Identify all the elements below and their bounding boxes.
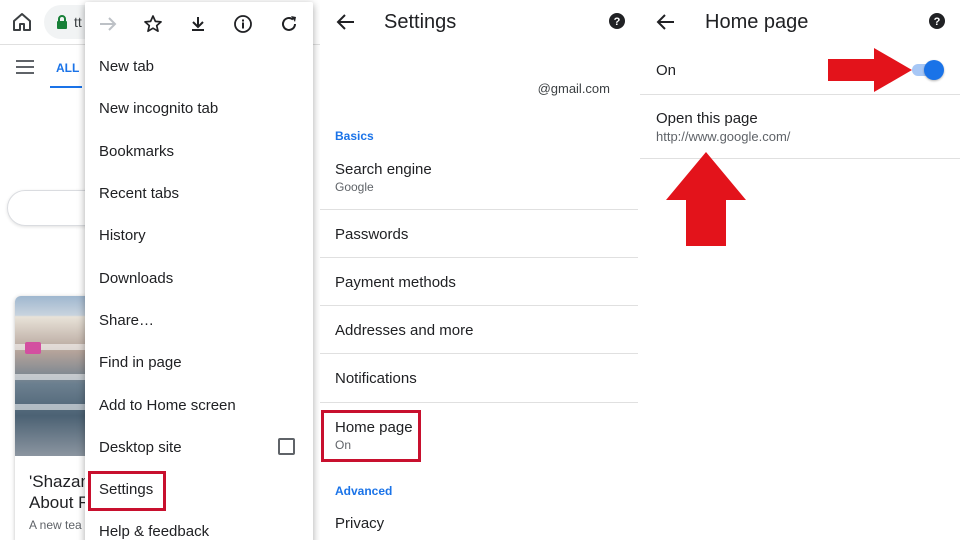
svg-text:?: ?	[614, 16, 621, 28]
page-title: Home page	[705, 11, 809, 33]
settings-panel: Settings ? @gmail.com Basics Search engi…	[320, 0, 640, 540]
download-icon[interactable]	[186, 12, 210, 36]
menu-item-new-tab[interactable]: New tab	[99, 58, 154, 75]
svg-text:?: ?	[934, 16, 941, 28]
menu-item-desktop-site[interactable]: Desktop site	[99, 439, 182, 456]
menu-item-share[interactable]: Share…	[99, 312, 154, 329]
settings-item-notifications[interactable]: Notifications	[335, 370, 417, 387]
back-arrow-icon[interactable]	[656, 12, 676, 37]
menu-item-bookmarks[interactable]: Bookmarks	[99, 143, 174, 160]
info-icon[interactable]	[231, 12, 255, 36]
open-this-page-title[interactable]: Open this page	[656, 110, 758, 127]
menu-item-recent-tabs[interactable]: Recent tabs	[99, 185, 179, 202]
settings-item-passwords[interactable]: Passwords	[335, 226, 408, 243]
annotation-arrow-up-icon	[664, 150, 748, 253]
overflow-menu: New tab New incognito tab Bookmarks Rece…	[85, 2, 313, 540]
settings-highlight-box	[88, 471, 166, 511]
home-page-toggle-label: On	[656, 62, 677, 79]
settings-item-addresses[interactable]: Addresses and more	[335, 322, 473, 339]
home-page-panel: Home page ? On Open this page http://www…	[640, 0, 960, 540]
account-email: @gmail.com	[537, 81, 610, 96]
menu-item-downloads[interactable]: Downloads	[99, 270, 173, 287]
section-basics: Basics	[335, 129, 374, 143]
home-page-toggle[interactable]	[912, 59, 944, 81]
settings-item-privacy[interactable]: Privacy	[335, 515, 384, 532]
home-page-highlight-box	[321, 410, 421, 462]
back-arrow-icon[interactable]	[336, 12, 356, 37]
section-advanced: Advanced	[335, 484, 393, 498]
divider	[320, 305, 638, 306]
divider	[320, 257, 638, 258]
news-card-snippet: A new tea	[29, 518, 82, 532]
menu-icon-row	[85, 2, 313, 46]
desktop-site-checkbox[interactable]	[278, 438, 295, 455]
refresh-icon[interactable]	[277, 12, 301, 36]
star-icon[interactable]	[141, 12, 165, 36]
forward-icon[interactable]	[96, 12, 120, 36]
help-icon[interactable]: ?	[608, 12, 626, 35]
browser-panel: tt ALL 'Shazam About R A new tea New tab…	[0, 0, 320, 540]
tab-all-underline	[50, 86, 82, 88]
annotation-arrow-right-icon	[826, 46, 914, 99]
tab-all[interactable]: ALL	[56, 61, 79, 75]
help-icon[interactable]: ?	[928, 12, 946, 35]
menu-item-find-in-page[interactable]: Find in page	[99, 354, 182, 371]
divider	[320, 353, 638, 354]
divider	[320, 402, 638, 403]
search-engine-value: Google	[335, 180, 374, 194]
home-icon[interactable]	[10, 10, 34, 34]
lock-icon	[56, 14, 68, 35]
search-engine-title[interactable]: Search engine	[335, 161, 432, 178]
settings-item-payment-methods[interactable]: Payment methods	[335, 274, 456, 291]
menu-item-add-to-home-screen[interactable]: Add to Home screen	[99, 397, 236, 414]
menu-item-history[interactable]: History	[99, 227, 146, 244]
hamburger-menu-icon[interactable]	[16, 60, 34, 74]
menu-item-new-incognito-tab[interactable]: New incognito tab	[99, 100, 218, 117]
url-text: tt	[74, 14, 82, 30]
divider	[320, 209, 638, 210]
menu-item-help-feedback[interactable]: Help & feedback	[99, 523, 209, 540]
home-page-url: http://www.google.com/	[656, 129, 791, 144]
page-title: Settings	[384, 11, 457, 33]
